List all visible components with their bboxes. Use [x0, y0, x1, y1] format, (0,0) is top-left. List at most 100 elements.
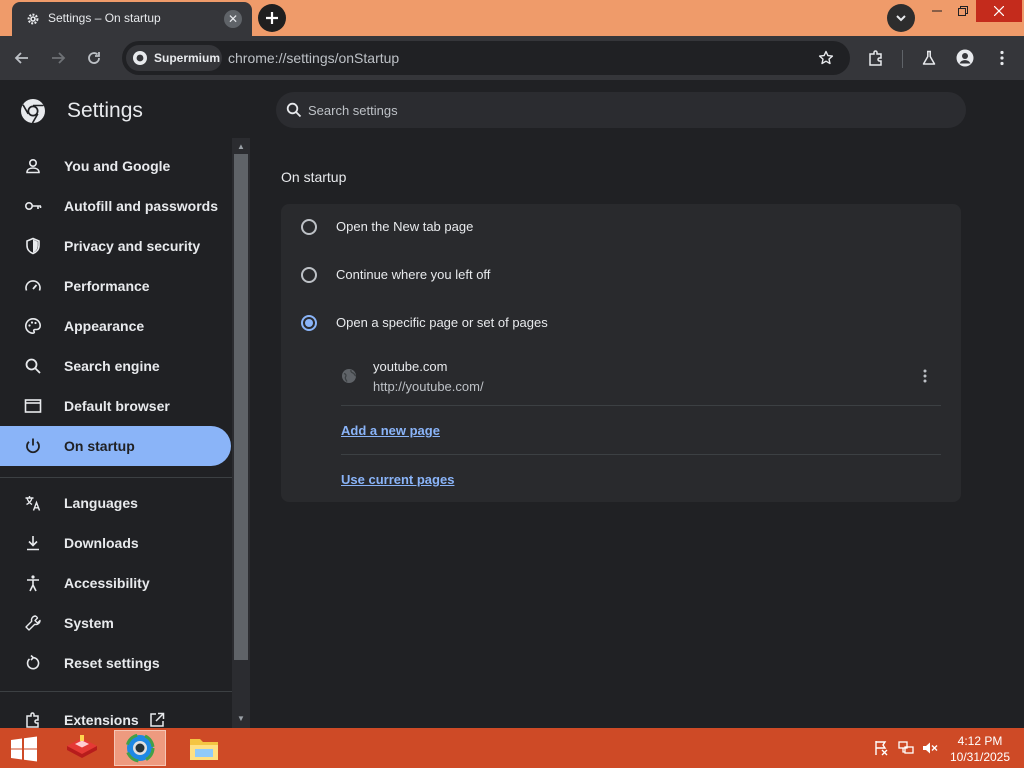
- site-info-chip[interactable]: Supermium: [126, 45, 222, 71]
- tab-search-button[interactable]: [887, 4, 915, 32]
- kebab-menu-icon: [1000, 50, 1004, 66]
- scroll-up-arrow-icon[interactable]: ▲: [236, 142, 246, 152]
- section-title: On startup: [281, 169, 347, 185]
- nav-label: Appearance: [64, 318, 145, 334]
- open-in-new-icon: [150, 712, 165, 727]
- radio-button[interactable]: [301, 267, 317, 283]
- nav-performance[interactable]: Performance: [0, 266, 232, 306]
- labs-button[interactable]: [915, 44, 943, 72]
- restore-icon: [958, 6, 968, 16]
- nav-on-startup[interactable]: On startup: [0, 426, 231, 466]
- forward-button[interactable]: [44, 44, 72, 72]
- menu-button[interactable]: [988, 44, 1016, 72]
- nav-extensions[interactable]: Extensions: [0, 700, 232, 728]
- system-clock[interactable]: 4:12 PM 10/31/2025: [942, 733, 1018, 765]
- browser-toolbar: Supermium chrome://settings/onStartup: [0, 36, 1024, 80]
- nav-label: Accessibility: [64, 575, 150, 591]
- radio-option-specific-pages[interactable]: Open a specific page or set of pages: [281, 300, 961, 344]
- volume-muted-icon[interactable]: [922, 740, 938, 756]
- shield-icon: [26, 237, 40, 255]
- flask-icon: [922, 50, 936, 65]
- nav-label: Autofill and passwords: [64, 198, 219, 214]
- speedometer-icon: [25, 280, 41, 291]
- reload-icon: [88, 52, 100, 64]
- clock-date: 10/31/2025: [949, 750, 1011, 764]
- nav-label: Languages: [64, 495, 138, 511]
- nav-label: Downloads: [64, 535, 139, 551]
- nav-privacy[interactable]: Privacy and security: [0, 226, 232, 266]
- accessibility-icon: [27, 575, 39, 592]
- kebab-menu-icon: [923, 369, 927, 383]
- reload-button[interactable]: [80, 44, 108, 72]
- close-window-button[interactable]: [976, 0, 1022, 22]
- nav-label: Default browser: [64, 398, 170, 414]
- address-bar[interactable]: Supermium chrome://settings/onStartup: [122, 41, 850, 75]
- nav-search-engine[interactable]: Search engine: [0, 346, 232, 386]
- browser-tab[interactable]: Settings – On startup ✕: [12, 2, 252, 36]
- scroll-down-arrow-icon[interactable]: ▼: [236, 714, 246, 724]
- scrollbar-thumb[interactable]: [234, 154, 248, 660]
- radio-option-continue[interactable]: Continue where you left off: [281, 252, 961, 296]
- nav-reset-settings[interactable]: Reset settings: [0, 643, 232, 683]
- back-button[interactable]: [8, 44, 36, 72]
- nav-accessibility[interactable]: Accessibility: [0, 563, 232, 603]
- extensions-button[interactable]: [862, 44, 890, 72]
- nav-default-browser[interactable]: Default browser: [0, 386, 232, 426]
- profile-chip-label: Supermium: [154, 51, 221, 65]
- close-tab-icon[interactable]: ✕: [224, 10, 242, 28]
- settings-search[interactable]: [276, 92, 966, 128]
- radio-button-checked[interactable]: [301, 315, 317, 331]
- arrow-right-icon: [52, 52, 66, 64]
- nav-you-and-google[interactable]: You and Google: [0, 146, 232, 186]
- radio-button[interactable]: [301, 219, 317, 235]
- add-new-page-link[interactable]: Add a new page: [341, 423, 440, 438]
- search-icon: [286, 102, 302, 118]
- sidebar-divider: [0, 691, 232, 692]
- gear-icon: [27, 13, 39, 25]
- windows-start-icon[interactable]: [8, 736, 40, 762]
- power-icon: [26, 438, 40, 454]
- startup-page-entry: youtube.com http://youtube.com/: [341, 352, 941, 406]
- nav-autofill[interactable]: Autofill and passwords: [0, 186, 232, 226]
- nav-system[interactable]: System: [0, 603, 232, 643]
- restore-button[interactable]: [950, 0, 976, 22]
- nav-languages[interactable]: Languages: [0, 483, 232, 523]
- toolbar-divider: [902, 50, 903, 68]
- taskbar-app-package[interactable]: [56, 730, 108, 766]
- nav-appearance[interactable]: Appearance: [0, 306, 232, 346]
- account-icon: [956, 49, 974, 67]
- page-actions-button[interactable]: [917, 366, 933, 386]
- package-app-icon: [67, 735, 97, 758]
- nav-label: System: [64, 615, 114, 631]
- taskbar-app-file-explorer[interactable]: [178, 730, 230, 766]
- sidebar-scrollbar[interactable]: ▲ ▼: [232, 138, 250, 728]
- search-input[interactable]: [308, 98, 948, 122]
- radio-option-new-tab[interactable]: Open the New tab page: [281, 204, 961, 248]
- clock-time: 4:12 PM: [957, 734, 1003, 748]
- taskbar: 4:12 PM 10/31/2025: [0, 728, 1024, 768]
- settings-sidebar: You and Google Autofill and passwords Pr…: [0, 140, 232, 728]
- action-center-flag-icon[interactable]: [873, 740, 889, 756]
- arrow-left-icon: [14, 52, 28, 64]
- star-icon[interactable]: [818, 50, 834, 66]
- person-icon: [26, 158, 40, 174]
- new-tab-button[interactable]: [258, 4, 286, 32]
- nav-label: Extensions: [64, 712, 139, 728]
- chevron-down-icon: [896, 15, 906, 22]
- download-icon: [27, 536, 39, 551]
- plus-icon: [266, 12, 278, 24]
- browser-logo-icon: [133, 51, 147, 65]
- nav-label: Search engine: [64, 358, 160, 374]
- sidebar-divider: [0, 477, 232, 478]
- card-divider: [341, 405, 941, 406]
- close-icon: [994, 6, 1004, 16]
- taskbar-app-browser[interactable]: [114, 730, 166, 766]
- minimize-button[interactable]: [924, 0, 950, 22]
- nav-downloads[interactable]: Downloads: [0, 523, 232, 563]
- profile-button[interactable]: [951, 44, 979, 72]
- use-current-pages-link[interactable]: Use current pages: [341, 472, 454, 487]
- card-divider: [341, 454, 941, 455]
- puzzle-icon: [26, 712, 39, 728]
- chrome-logo-icon: [21, 99, 45, 124]
- network-icon[interactable]: [898, 740, 914, 756]
